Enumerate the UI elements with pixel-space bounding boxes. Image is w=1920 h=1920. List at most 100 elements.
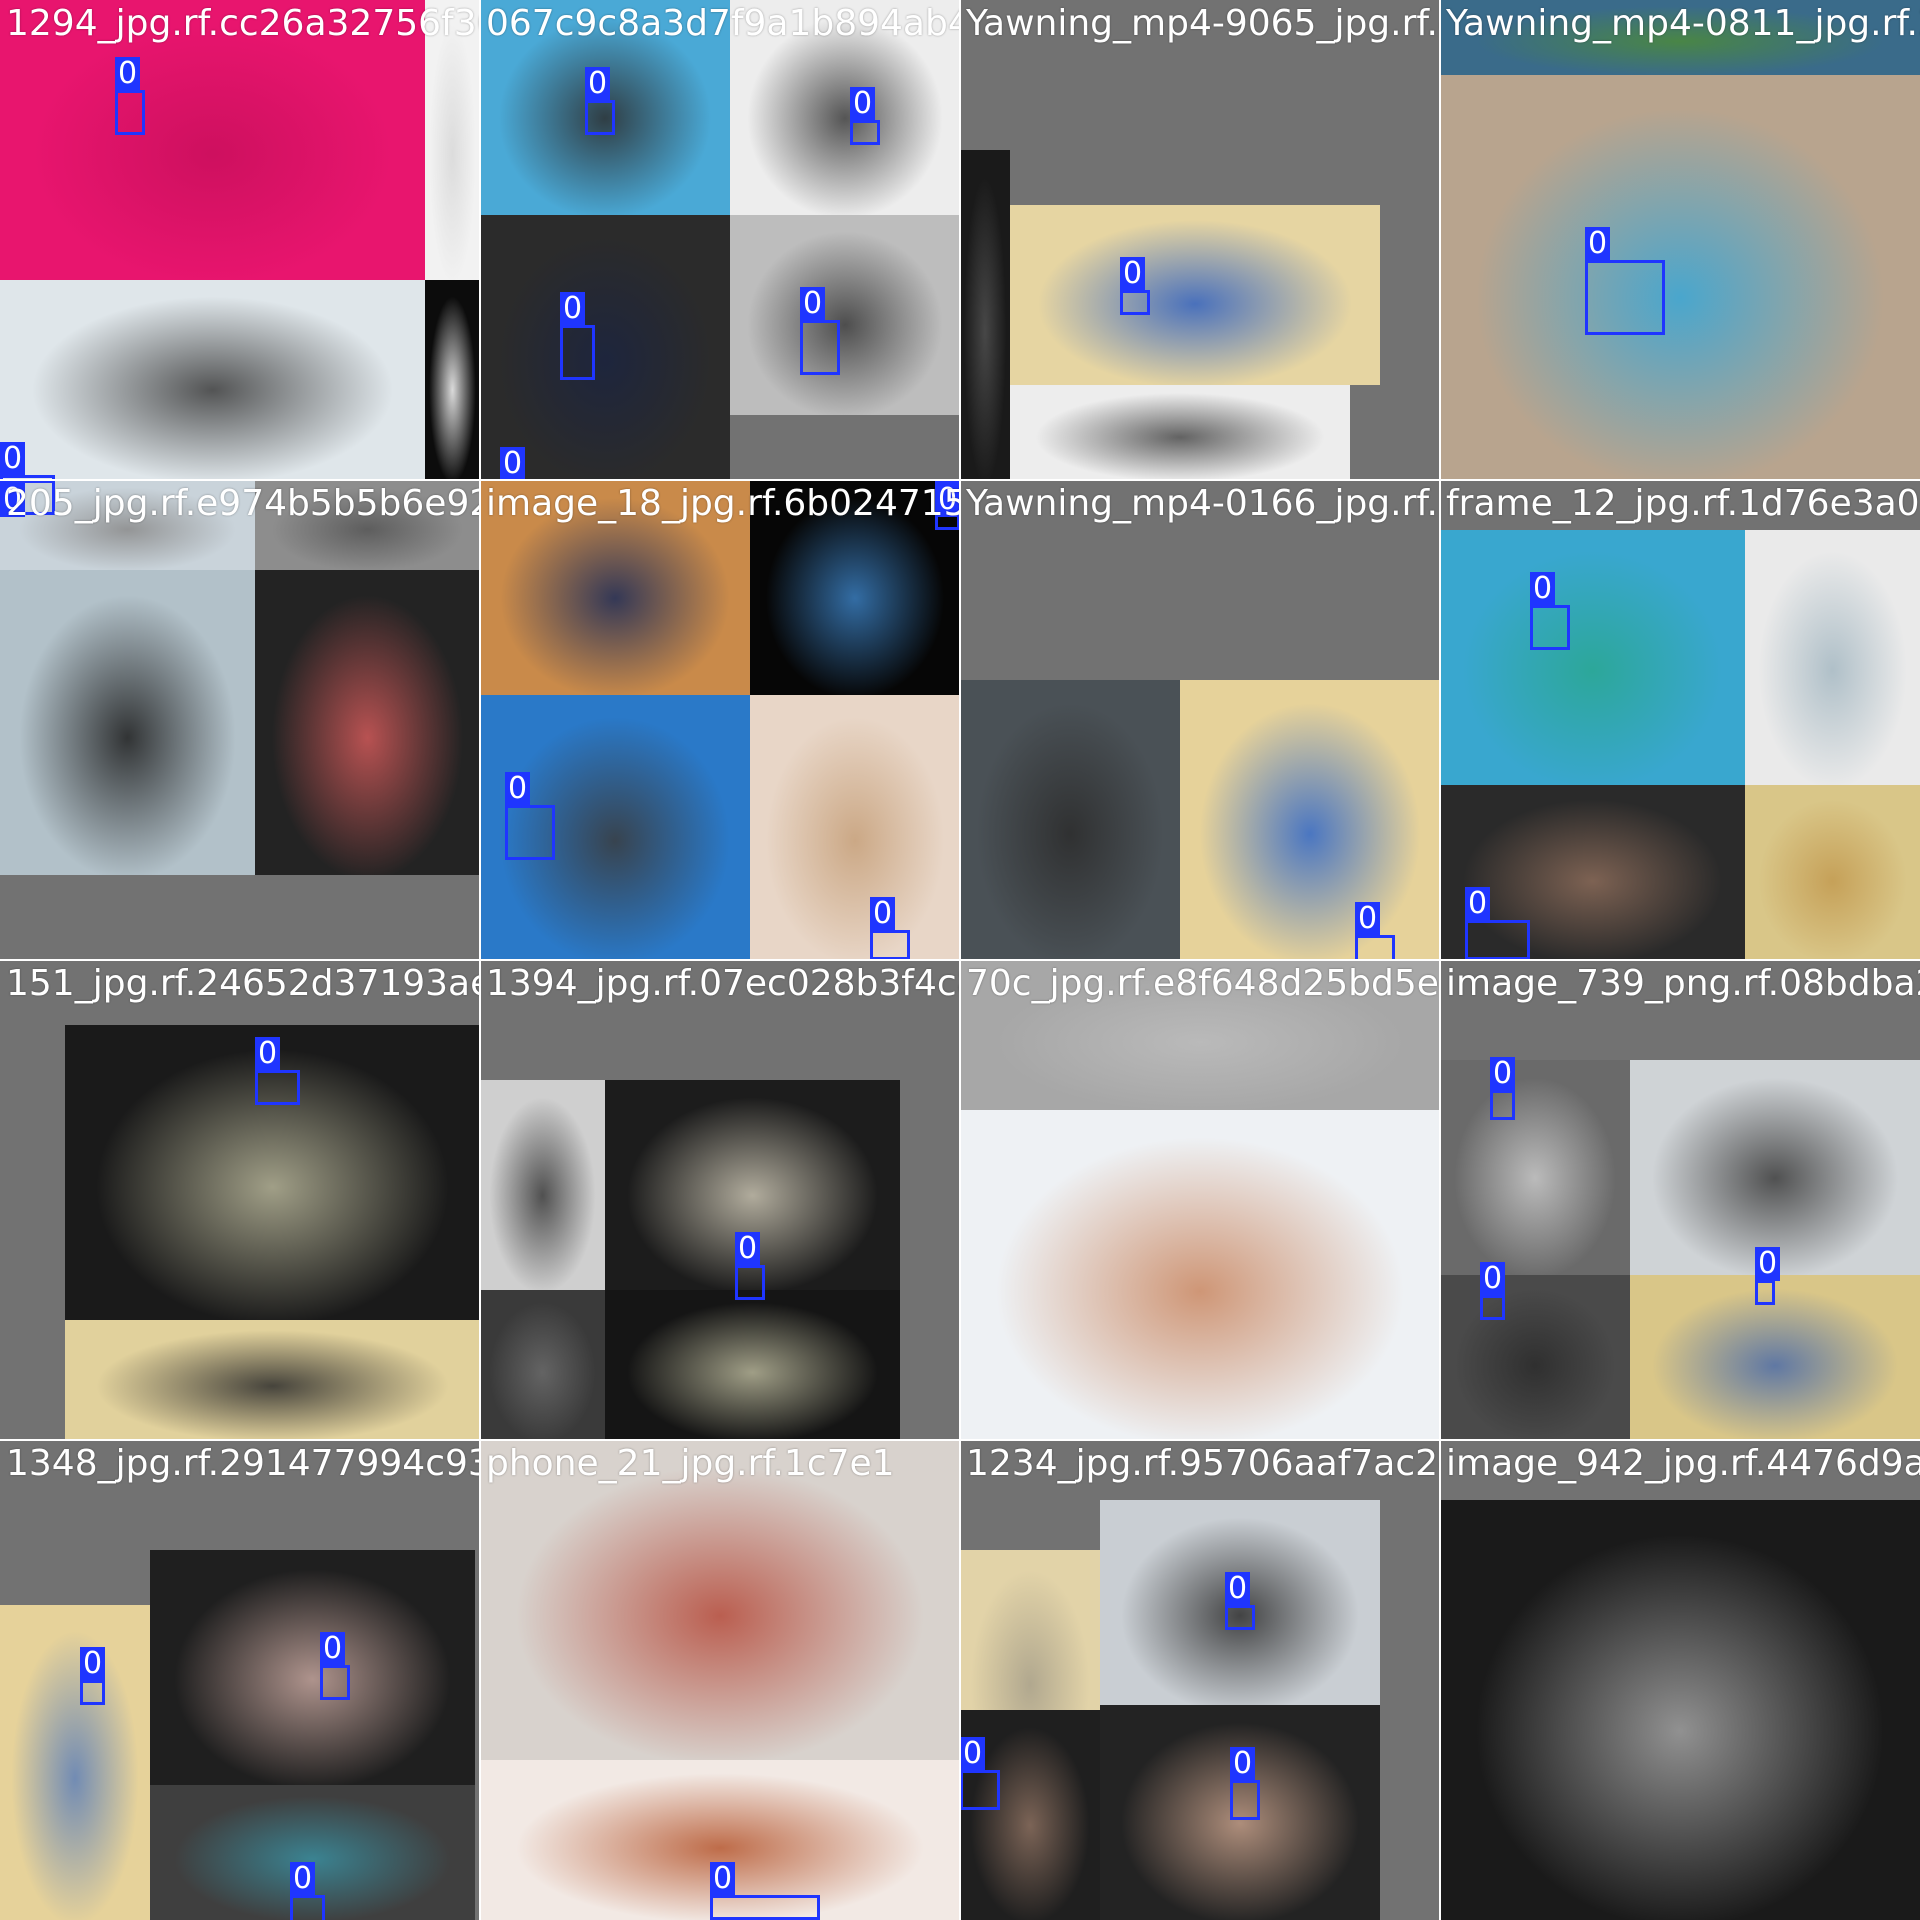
yawn-mouth-box: 0	[560, 292, 595, 380]
photo-crop	[960, 680, 1180, 960]
mosaic-tile[interactable]: image_942_jpg.rf.4476d9a5e3cd2	[1440, 1440, 1920, 1920]
photo-crop	[1440, 530, 1745, 785]
class-label-tag: 0	[80, 1647, 106, 1681]
yawn-mouth-box: 0	[1585, 227, 1665, 335]
class-label-tag: 0	[560, 292, 586, 326]
mosaic-tile[interactable]: 0 phone_21_jpg.rf.1c7e1	[480, 1440, 960, 1920]
photo-crop	[255, 570, 480, 875]
photo-crop	[480, 215, 730, 480]
tile-image-area: 0 0 0	[1440, 960, 1920, 1440]
photo-crop	[1440, 1275, 1630, 1440]
tile-divider	[0, 1439, 1920, 1441]
class-label-tag: 0	[960, 1737, 986, 1771]
tile-filename-caption: 70c_jpg.rf.e8f648d25bd5ed6d	[966, 963, 1440, 1004]
class-label-tag: 0	[500, 447, 526, 480]
tile-image-area: 0 0 0	[0, 1440, 480, 1920]
class-label-tag: 0	[1225, 1572, 1251, 1606]
class-label-tag: 0	[850, 87, 876, 121]
mosaic-tile[interactable]: 0 0 0 1234_jpg.rf.95706aaf7ac2d4f	[960, 1440, 1440, 1920]
yawn-mouth-box: 0	[80, 1647, 106, 1705]
tile-filename-caption: Yawning_mp4-0166_jpg.rf.7	[966, 483, 1440, 524]
photo-crop	[730, 215, 960, 415]
class-label-tag: 0	[1480, 1262, 1506, 1296]
class-label-tag: 0	[1120, 257, 1146, 291]
mosaic-tile[interactable]: 000image_18_jpg.rf.6b024715b5e67	[480, 480, 960, 960]
class-label-tag: 0	[1530, 572, 1556, 606]
tile-filename-caption: frame_12_jpg.rf.1d76e3a0076_jpg.rf.f	[1446, 483, 1920, 524]
tile-filename-caption: 205_jpg.rf.e974b5b5b6e922b	[6, 483, 480, 524]
yawn-mouth-box: 0	[1480, 1262, 1506, 1320]
tile-image-area: 0	[1440, 0, 1920, 480]
tile-divider	[1439, 0, 1441, 1920]
tile-filename-caption: 1294_jpg.rf.cc26a32756f360	[6, 3, 480, 44]
yawn-mouth-box: 0	[710, 1862, 820, 1920]
tile-filename-caption: 1394_jpg.rf.07ec028b3f4c862	[486, 963, 960, 1004]
tile-divider	[0, 959, 1920, 961]
class-label-tag: 0	[290, 1862, 316, 1896]
class-label-tag: 0	[320, 1632, 346, 1666]
class-label-tag: 0	[1755, 1247, 1781, 1281]
photo-crop	[1745, 785, 1920, 960]
mosaic-tile[interactable]: 70c_jpg.rf.e8f648d25bd5ed6d	[960, 960, 1440, 1440]
mosaic-tile[interactable]: 0 Yawning_mp4-0811_jpg.rf.2	[1440, 0, 1920, 480]
photo-crop	[1440, 75, 1920, 480]
yawn-mouth-box: 0	[1120, 257, 1150, 315]
class-label-tag: 0	[585, 67, 611, 101]
yawn-mouth-box: 0	[290, 1862, 325, 1920]
mosaic-tile[interactable]: 0 1394_jpg.rf.07ec028b3f4c862	[480, 960, 960, 1440]
tile-filename-caption: image_942_jpg.rf.4476d9a5e3cd2	[1446, 1443, 1920, 1484]
yawn-mouth-box: 0	[585, 67, 615, 135]
tile-filename-caption: phone_21_jpg.rf.1c7e1	[486, 1443, 895, 1484]
mosaic-tile[interactable]: 0 0 1294_jpg.rf.cc26a32756f360	[0, 0, 480, 480]
tile-filename-caption: image_18_jpg.rf.6b024715b5e67	[486, 483, 960, 524]
class-label-tag: 0	[1355, 902, 1381, 936]
tile-image-area: 0 0 0 0 0	[480, 0, 960, 480]
photo-crop	[480, 1440, 960, 1760]
yawn-mouth-box: 0	[1490, 1057, 1516, 1120]
class-label-tag: 0	[870, 897, 896, 931]
tile-filename-caption: 1348_jpg.rf.291477994c933	[6, 1443, 480, 1484]
yawn-mouth-box: 0	[735, 1232, 765, 1300]
photo-crop	[1440, 1060, 1630, 1275]
tile-image-area: 0	[0, 480, 480, 960]
photo-crop	[1440, 1500, 1920, 1920]
tile-image-area: 00	[1440, 480, 1920, 960]
tile-image-area: 0 0 0	[960, 1440, 1440, 1920]
tile-image-area: 00	[0, 0, 480, 480]
yawn-mouth-box: 0	[960, 1737, 1000, 1810]
yawn-mouth-box: 0	[255, 1037, 300, 1105]
mosaic-grid: 0 0 1294_jpg.rf.cc26a32756f360 0 0 0 0 0 067c9c8…	[0, 0, 1920, 1920]
photo-crop	[1010, 385, 1350, 480]
mosaic-tile[interactable]: 0 Yawning_mp4-0166_jpg.rf.7	[960, 480, 1440, 960]
tile-image-area: 0	[960, 480, 1440, 960]
mosaic-tile[interactable]: 0 151_jpg.rf.24652d37193aeb	[0, 960, 480, 1440]
yawn-mouth-box: 0	[1230, 1747, 1260, 1820]
tile-filename-caption: 151_jpg.rf.24652d37193aeb	[6, 963, 480, 1004]
mosaic-tile[interactable]: 0205_jpg.rf.e974b5b5b6e922b	[0, 480, 480, 960]
tile-image-area: 000	[480, 480, 960, 960]
photo-crop	[960, 150, 1010, 480]
class-label-tag: 0	[505, 772, 531, 806]
tile-image-area	[960, 960, 1440, 1440]
class-label-tag: 0	[115, 57, 141, 91]
tile-image-area	[1440, 1440, 1920, 1920]
class-label-tag: 0	[1465, 887, 1491, 921]
yawn-mouth-box: 0	[1465, 887, 1530, 960]
yawn-mouth-box: 0	[1755, 1247, 1781, 1305]
photo-crop	[750, 695, 960, 960]
mosaic-tile[interactable]: 0 0 0 image_739_png.rf.08bdba261	[1440, 960, 1920, 1440]
photo-crop	[0, 280, 425, 480]
yawn-mouth-box: 0	[800, 287, 840, 375]
photo-crop	[480, 1080, 605, 1290]
class-label-tag: 0	[710, 1862, 736, 1896]
photo-crop	[0, 570, 255, 875]
photo-crop	[1010, 205, 1380, 385]
mosaic-tile[interactable]: 0 Yawning_mp4-9065_jpg.rf.de	[960, 0, 1440, 480]
yawn-mouth-box: 0	[870, 897, 910, 960]
class-label-tag: 0	[1490, 1057, 1516, 1091]
photo-crop	[605, 1290, 900, 1440]
mosaic-tile[interactable]: 00frame_12_jpg.rf.1d76e3a0076_jpg.rf.f	[1440, 480, 1920, 960]
tile-image-area: 0	[0, 960, 480, 1440]
mosaic-tile[interactable]: 0 0 0 1348_jpg.rf.291477994c933	[0, 1440, 480, 1920]
mosaic-tile[interactable]: 0 0 0 0 0 067c9c8a3d7f9a1b894ab42f	[480, 0, 960, 480]
